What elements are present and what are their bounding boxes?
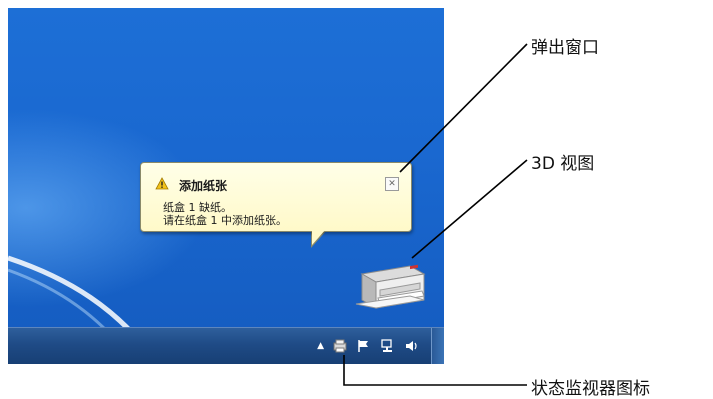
annotation-lines (343, 43, 528, 386)
label-popup-window: 弹出窗口 (531, 38, 599, 58)
label-3d-view: 3D 视图 (531, 154, 595, 174)
label-status-monitor-icon: 状态监视器图标 (531, 379, 650, 399)
